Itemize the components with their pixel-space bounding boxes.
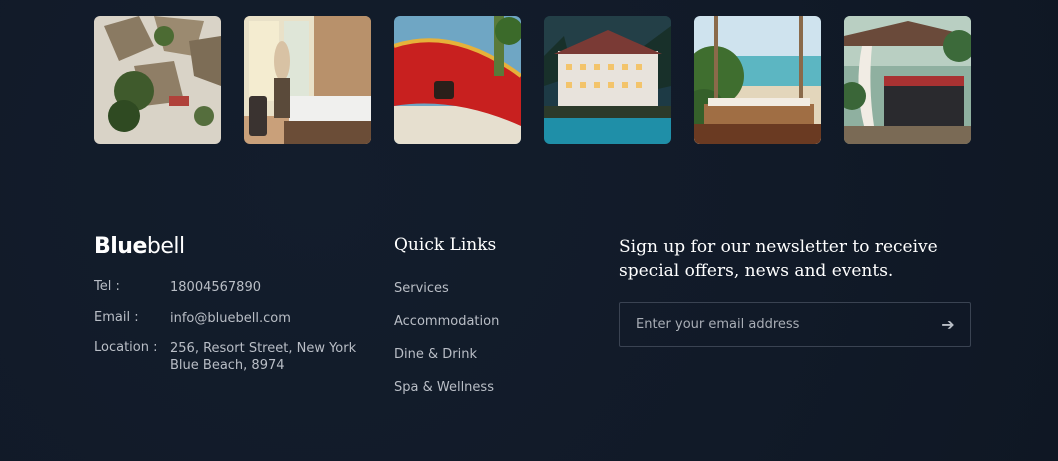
- quick-link-accommodation[interactable]: Accommodation: [394, 314, 499, 329]
- location-line1: 256, Resort Street, New York: [170, 341, 357, 356]
- quick-link-spa-wellness[interactable]: Spa & Wellness: [394, 380, 494, 395]
- gallery-thumb-gazebo[interactable]: [844, 16, 971, 144]
- quick-link-dine-drink[interactable]: Dine & Drink: [394, 347, 477, 362]
- instagram-gallery: [94, 16, 971, 144]
- gallery-thumb-lakehotel[interactable]: [544, 16, 671, 144]
- brand-logo-light: bell: [146, 234, 185, 259]
- newsletter-title: Sign up for our newsletter to receive sp…: [619, 237, 938, 281]
- beach-swing-bed-image: [694, 16, 821, 144]
- aerial-thatched-huts-image: [94, 16, 221, 144]
- location-line2: Blue Beach, 8974: [170, 358, 285, 373]
- arrow-right-icon[interactable]: ➔: [938, 315, 958, 335]
- quick-link-services[interactable]: Services: [394, 281, 449, 296]
- newsletter-form: ➔: [619, 302, 971, 347]
- gallery-thumb-huts[interactable]: [94, 16, 221, 144]
- gallery-thumb-room[interactable]: [244, 16, 371, 144]
- tel-value[interactable]: 18004567890: [170, 279, 261, 296]
- email-value[interactable]: info@bluebell.com: [170, 310, 291, 327]
- quick-links-list: Services Accommodation Dine & Drink Spa …: [394, 281, 499, 413]
- location-label: Location :: [94, 340, 158, 355]
- footer-page: Bluebell Tel : 18004567890 Email : info@…: [0, 0, 1058, 461]
- tel-label: Tel :: [94, 279, 120, 294]
- quick-link-item: Services: [394, 281, 499, 314]
- email-label: Email :: [94, 310, 139, 325]
- garden-gazebo-image: [844, 16, 971, 144]
- red-hammock-beach-image: [394, 16, 521, 144]
- brand-logo[interactable]: Bluebell: [94, 234, 185, 259]
- quick-link-item: Spa & Wellness: [394, 380, 499, 413]
- brand-logo-bold: Blue: [94, 234, 147, 259]
- lakeside-hotel-night-image: [544, 16, 671, 144]
- woman-hotel-room-window-image: [244, 16, 371, 144]
- quick-links-title: Quick Links: [394, 235, 497, 255]
- gallery-thumb-hammock[interactable]: [394, 16, 521, 144]
- quick-link-item: Accommodation: [394, 314, 499, 347]
- gallery-thumb-swing[interactable]: [694, 16, 821, 144]
- email-input[interactable]: [620, 303, 920, 346]
- quick-link-item: Dine & Drink: [394, 347, 499, 380]
